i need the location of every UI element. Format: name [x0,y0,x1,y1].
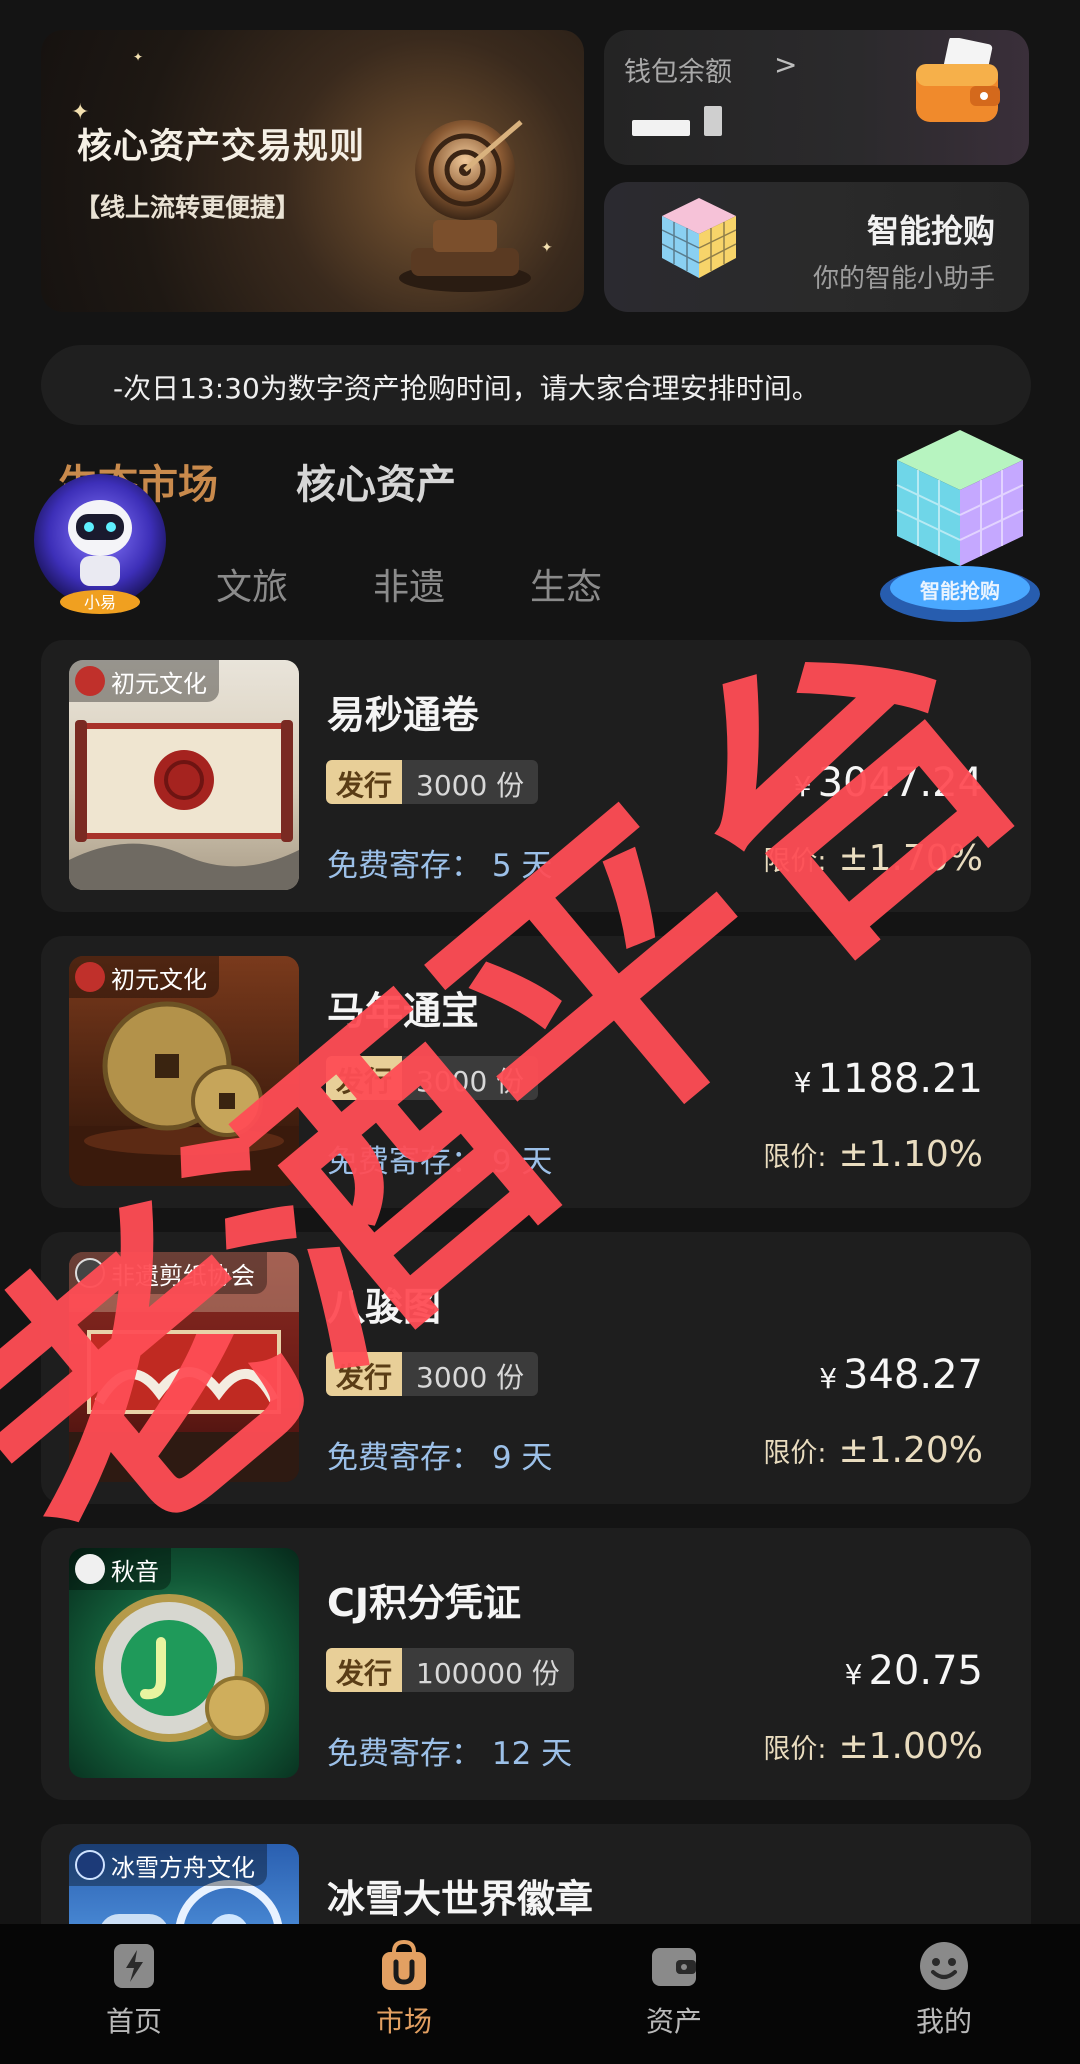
brand-name: 秋音 [111,1557,159,1586]
issue-tag: 发行 [326,1352,403,1396]
chevron-right-icon: > [774,48,798,81]
category-tab-tourism[interactable]: 文旅 [216,558,288,610]
price-limit: 限价: ±1.70% [763,838,983,879]
nav-assets-label: 资产 [645,2005,702,2038]
product-image: 秋音 [69,1548,299,1778]
nav-home-label: 首页 [105,2005,162,2038]
smart-purchase-float-label: 智能抢购 [920,579,1000,603]
brand-name: 初元文化 [111,965,207,994]
price-limit: 限价: ±1.10% [763,1134,983,1175]
issue-badge: 发行 100000 份 [326,1648,574,1692]
brand-badge: 秋音 [69,1548,171,1590]
issue-tag: 发行 [326,760,403,804]
nav-market-label: 市场 [375,2005,432,2038]
home-lightning-icon [114,1944,154,1988]
brand-badge: 非遗剪纸协会 [69,1252,267,1294]
wallet-balance-card[interactable]: 钱包余额 > [604,30,1029,165]
nav-profile[interactable]: 我的 [864,1938,1024,2040]
brand-name: 非遗剪纸协会 [111,1261,255,1290]
issue-quantity: 3000 份 [402,1056,539,1100]
issue-badge: 发行 3000 份 [326,1056,539,1100]
announcement-marquee[interactable]: -次日13:30为数字资产抢购时间，请大家合理安排时间。 [41,345,1031,425]
nav-assets[interactable]: 资产 [594,1938,754,2040]
trading-rules-banner[interactable]: ✦ ✦ ✦ 核心资产交易规则 【线上流转更便捷】 [41,30,584,312]
issue-badge: 发行 3000 份 [326,760,539,804]
shopping-bag-icon [382,1939,426,1990]
brand-name: 冰雪方舟文化 [111,1853,255,1882]
product-image: 非遗剪纸协会 [69,1252,299,1482]
product-title: 冰雪大世界徽章 [327,1877,594,1921]
wallet-balance-amount-blurred [632,106,762,150]
tab-core-assets[interactable]: 核心资产 [296,452,456,510]
rules-subtitle: 【线上流转更便捷】 [75,193,301,222]
brand-logo-icon [75,1258,105,1288]
brand-logo-icon [75,666,105,696]
free-storage: 免费寄存： 12 天 [327,1736,573,1772]
smart-purchase-float-icon[interactable]: 智能抢购 [875,426,1045,626]
wallet-icon [916,38,1000,122]
issue-quantity: 3000 份 [402,760,539,804]
brand-logo-icon [75,1554,105,1584]
price: ¥3047.24 [793,760,983,806]
wallet-nav-icon [652,1948,696,1986]
wallet-balance-label: 钱包余额 [624,57,732,88]
product-card[interactable]: 秋音 CJ积分凭证 发行 100000 份 免费寄存： 12 天 ¥20.75 … [41,1528,1031,1800]
product-card[interactable]: 非遗剪纸协会 八骏图 发行 3000 份 免费寄存： 9 天 ¥348.27 限… [41,1232,1031,1504]
bottom-navigation: 首页 市场 资产 我的 [0,1924,1080,2064]
smart-purchase-card[interactable]: 智能抢购 你的智能小助手 [604,182,1029,312]
issue-tag: 发行 [326,1056,403,1100]
nav-home[interactable]: 首页 [54,1938,214,2040]
product-title: 马年通宝 [327,989,480,1033]
smiley-face-icon [920,1942,968,1990]
announcement-text: -次日13:30为数字资产抢购时间，请大家合理安排时间。 [113,372,820,405]
price: ¥348.27 [819,1352,983,1398]
product-title: 易秒通卷 [327,693,480,737]
brand-badge: 初元文化 [69,956,219,998]
brand-logo-icon [75,962,105,992]
category-tab-heritage[interactable]: 非遗 [373,558,445,610]
price: ¥20.75 [844,1648,983,1694]
robot-assistant-icon[interactable]: 小易 [26,468,174,618]
product-image: 初元文化 [69,956,299,1186]
free-storage: 免费寄存： 9 天 [327,1440,553,1476]
rules-title: 核心资产交易规则 [77,127,366,167]
nav-market[interactable]: 市场 [324,1938,484,2040]
product-image: 初元文化 [69,660,299,890]
free-storage: 免费寄存： 9 天 [327,1144,553,1180]
issue-tag: 发行 [326,1648,403,1692]
brand-badge: 初元文化 [69,660,219,702]
robot-label: 小易 [84,593,116,612]
rubiks-cube-icon [661,198,737,278]
category-tab-ecology[interactable]: 生态 [530,558,602,610]
sparkle-icon: ✦ [133,50,144,64]
free-storage: 免费寄存： 5 天 [327,848,553,884]
product-title: CJ积分凭证 [327,1581,522,1625]
smart-purchase-title: 智能抢购 [866,212,995,250]
issue-badge: 发行 3000 份 [326,1352,539,1396]
price-limit: 限价: ±1.20% [763,1430,983,1471]
issue-quantity: 100000 份 [402,1648,574,1692]
product-title: 八骏图 [327,1285,442,1329]
trophy-icon [399,120,531,292]
nav-profile-label: 我的 [915,2005,972,2038]
product-card[interactable]: 初元文化 马年通宝 发行 3000 份 免费寄存： 9 天 ¥1188.21 限… [41,936,1031,1208]
price: ¥1188.21 [793,1056,983,1102]
brand-badge: 冰雪方舟文化 [69,1844,267,1886]
product-card[interactable]: 初元文化 易秒通卷 发行 3000 份 免费寄存： 5 天 ¥3047.24 限… [41,640,1031,912]
price-limit: 限价: ±1.00% [763,1726,983,1767]
brand-name: 初元文化 [111,669,207,698]
brand-logo-icon [75,1850,105,1880]
smart-purchase-subtitle: 你的智能小助手 [812,264,995,294]
issue-quantity: 3000 份 [402,1352,539,1396]
